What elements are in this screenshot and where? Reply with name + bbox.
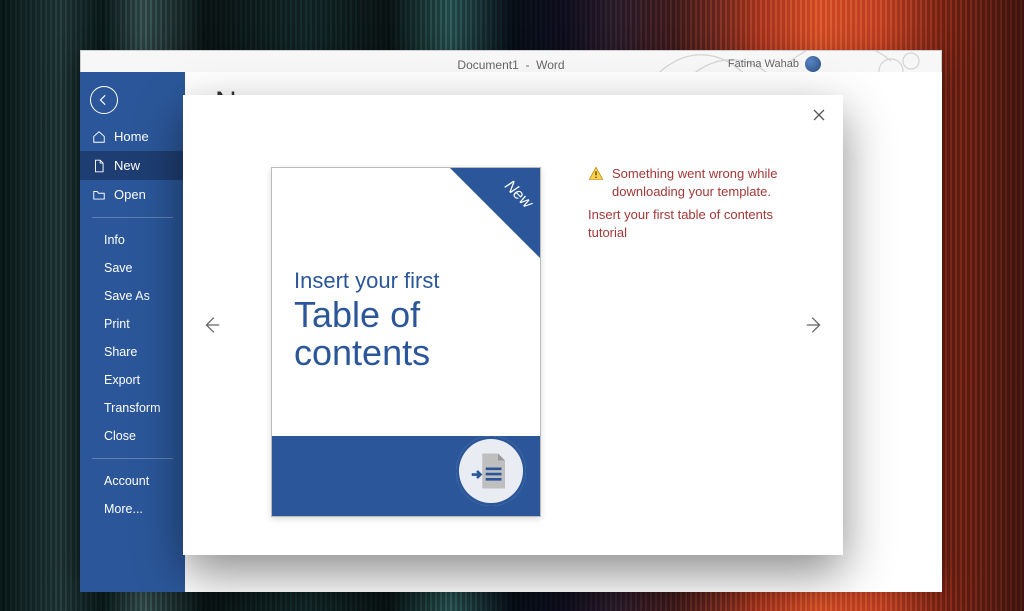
home-icon (92, 130, 106, 144)
nav-item-saveas[interactable]: Save As (80, 282, 185, 310)
arrow-left-icon (97, 93, 111, 107)
arrow-right-icon (804, 314, 826, 336)
backstage-nav: Home New Open Info Save Save As Print Sh… (80, 72, 185, 592)
close-icon (813, 109, 825, 121)
back-button[interactable] (90, 86, 118, 114)
window-title: Document1 - Word (457, 58, 564, 72)
avatar (805, 56, 821, 72)
nav-label: More... (104, 502, 143, 516)
nav-item-open[interactable]: Open (80, 180, 185, 209)
nav-item-share[interactable]: Share (80, 338, 185, 366)
nav-label: Close (104, 429, 136, 443)
nav-label: Save As (104, 289, 150, 303)
error-text-primary: Something went wrong while downloading y… (612, 165, 803, 200)
separator (92, 217, 173, 218)
nav-item-info[interactable]: Info (80, 226, 185, 254)
nav-label: Share (104, 345, 137, 359)
toc-document-icon (456, 436, 526, 506)
error-message: Something went wrong while downloading y… (588, 165, 803, 241)
nav-item-home[interactable]: Home (80, 122, 185, 151)
nav-item-transform[interactable]: Transform (80, 394, 185, 422)
account-name: Fatima Wahab (728, 58, 799, 70)
nav-item-more[interactable]: More... (80, 495, 185, 523)
warning-icon (588, 166, 604, 182)
nav-label: Print (104, 317, 130, 331)
title-line2: Table of contents (294, 296, 520, 372)
nav-item-close[interactable]: Close (80, 422, 185, 450)
nav-label: Transform (104, 401, 161, 415)
nav-item-export[interactable]: Export (80, 366, 185, 394)
template-preview-dialog: New Insert your first Table of contents (183, 95, 843, 555)
nav-label: Open (114, 187, 146, 202)
nav-label: New (114, 158, 140, 173)
thumbnail-footer (272, 436, 540, 516)
title-line1: Insert your first (294, 268, 520, 294)
nav-label: Home (114, 129, 149, 144)
account-area[interactable]: Fatima Wahab (728, 56, 821, 72)
close-button[interactable] (809, 105, 829, 125)
error-text-secondary: Insert your first table of contents tuto… (588, 206, 803, 241)
template-title: Insert your first Table of contents (294, 268, 520, 372)
nav-label: Account (104, 474, 149, 488)
prev-template-button[interactable] (195, 309, 227, 341)
new-ribbon (450, 168, 540, 258)
nav-item-print[interactable]: Print (80, 310, 185, 338)
nav-label: Export (104, 373, 140, 387)
nav-label: Info (104, 233, 125, 247)
template-thumbnail: New Insert your first Table of contents (271, 167, 541, 517)
folder-icon (92, 188, 106, 202)
arrow-left-icon (200, 314, 222, 336)
nav-label: Save (104, 261, 133, 275)
next-template-button[interactable] (799, 309, 831, 341)
nav-item-new[interactable]: New (80, 151, 185, 180)
nav-item-save[interactable]: Save (80, 254, 185, 282)
separator (92, 458, 173, 459)
document-icon (92, 159, 106, 173)
nav-item-account[interactable]: Account (80, 467, 185, 495)
